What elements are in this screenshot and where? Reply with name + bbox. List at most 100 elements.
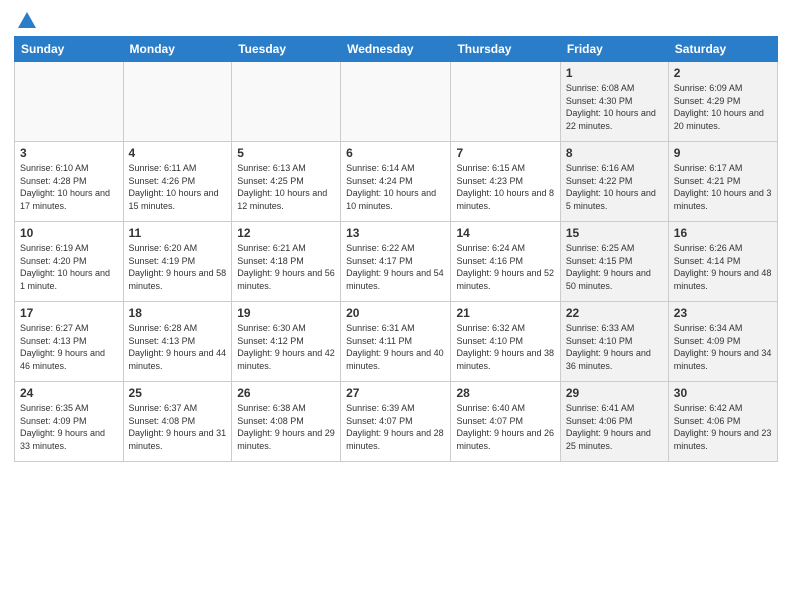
weekday-header: Thursday xyxy=(451,37,560,62)
calendar-day-cell: 11 Sunrise: 6:20 AM Sunset: 4:19 PM Dayli… xyxy=(123,222,232,302)
calendar-header-row: SundayMondayTuesdayWednesdayThursdayFrid… xyxy=(15,37,778,62)
weekday-header: Saturday xyxy=(668,37,777,62)
calendar-day-cell: 25 Sunrise: 6:37 AM Sunset: 4:08 PM Dayli… xyxy=(123,382,232,462)
day-info: Sunrise: 6:20 AM Sunset: 4:19 PM Dayligh… xyxy=(129,242,227,292)
day-number: 26 xyxy=(237,386,335,400)
day-number: 30 xyxy=(674,386,772,400)
day-number: 4 xyxy=(129,146,227,160)
day-info: Sunrise: 6:17 AM Sunset: 4:21 PM Dayligh… xyxy=(674,162,772,212)
calendar-day-cell: 3Sunrise: 6:10 AM Sunset: 4:28 PM Daylig… xyxy=(15,142,124,222)
day-info: Sunrise: 6:30 AM Sunset: 4:12 PM Dayligh… xyxy=(237,322,335,372)
day-number: 16 xyxy=(674,226,772,240)
day-number: 17 xyxy=(20,306,118,320)
calendar-day-cell: 21 Sunrise: 6:32 AM Sunset: 4:10 PM Dayli… xyxy=(451,302,560,382)
weekday-header: Friday xyxy=(560,37,668,62)
day-info: Sunrise: 6:31 AM Sunset: 4:11 PM Dayligh… xyxy=(346,322,445,372)
day-info: Sunrise: 6:40 AM Sunset: 4:07 PM Dayligh… xyxy=(456,402,554,452)
calendar-week-row: 1 Sunrise: 6:08 AM Sunset: 4:30 PM Daylig… xyxy=(15,62,778,142)
day-info: Sunrise: 6:35 AM Sunset: 4:09 PM Dayligh… xyxy=(20,402,118,452)
day-info: Sunrise: 6:21 AM Sunset: 4:18 PM Dayligh… xyxy=(237,242,335,292)
calendar-day-cell xyxy=(15,62,124,142)
day-info: Sunrise: 6:16 AM Sunset: 4:22 PM Dayligh… xyxy=(566,162,663,212)
day-info: Sunrise: 6:41 AM Sunset: 4:06 PM Dayligh… xyxy=(566,402,663,452)
calendar-day-cell: 1 Sunrise: 6:08 AM Sunset: 4:30 PM Daylig… xyxy=(560,62,668,142)
day-number: 5 xyxy=(237,146,335,160)
calendar-day-cell: 20 Sunrise: 6:31 AM Sunset: 4:11 PM Dayli… xyxy=(341,302,451,382)
day-number: 15 xyxy=(566,226,663,240)
weekday-header: Wednesday xyxy=(341,37,451,62)
calendar-day-cell: 16 Sunrise: 6:26 AM Sunset: 4:14 PM Dayli… xyxy=(668,222,777,302)
calendar-day-cell: 9 Sunrise: 6:17 AM Sunset: 4:21 PM Daylig… xyxy=(668,142,777,222)
logo-icon xyxy=(16,10,38,32)
day-info: Sunrise: 6:25 AM Sunset: 4:15 PM Dayligh… xyxy=(566,242,663,292)
day-number: 7 xyxy=(456,146,554,160)
calendar-day-cell: 28 Sunrise: 6:40 AM Sunset: 4:07 PM Dayli… xyxy=(451,382,560,462)
calendar-day-cell: 13 Sunrise: 6:22 AM Sunset: 4:17 PM Dayli… xyxy=(341,222,451,302)
calendar-week-row: 17 Sunrise: 6:27 AM Sunset: 4:13 PM Dayli… xyxy=(15,302,778,382)
logo xyxy=(14,10,38,28)
calendar-day-cell: 24 Sunrise: 6:35 AM Sunset: 4:09 PM Dayli… xyxy=(15,382,124,462)
main-container: SundayMondayTuesdayWednesdayThursdayFrid… xyxy=(0,0,792,472)
calendar-day-cell xyxy=(341,62,451,142)
day-info: Sunrise: 6:42 AM Sunset: 4:06 PM Dayligh… xyxy=(674,402,772,452)
calendar-day-cell xyxy=(451,62,560,142)
calendar-day-cell: 17 Sunrise: 6:27 AM Sunset: 4:13 PM Dayli… xyxy=(15,302,124,382)
day-info: Sunrise: 6:19 AM Sunset: 4:20 PM Dayligh… xyxy=(20,242,118,292)
calendar-day-cell: 4 Sunrise: 6:11 AM Sunset: 4:26 PM Daylig… xyxy=(123,142,232,222)
calendar-week-row: 24 Sunrise: 6:35 AM Sunset: 4:09 PM Dayli… xyxy=(15,382,778,462)
calendar-day-cell xyxy=(123,62,232,142)
day-number: 20 xyxy=(346,306,445,320)
calendar-day-cell: 22Sunrise: 6:33 AM Sunset: 4:10 PM Dayli… xyxy=(560,302,668,382)
weekday-header: Monday xyxy=(123,37,232,62)
calendar-day-cell: 5Sunrise: 6:13 AM Sunset: 4:25 PM Daylig… xyxy=(232,142,341,222)
day-info: Sunrise: 6:09 AM Sunset: 4:29 PM Dayligh… xyxy=(674,82,772,132)
day-info: Sunrise: 6:33 AM Sunset: 4:10 PM Dayligh… xyxy=(566,322,663,372)
day-info: Sunrise: 6:32 AM Sunset: 4:10 PM Dayligh… xyxy=(456,322,554,372)
day-number: 2 xyxy=(674,66,772,80)
calendar-day-cell: 7 Sunrise: 6:15 AM Sunset: 4:23 PM Daylig… xyxy=(451,142,560,222)
day-number: 21 xyxy=(456,306,554,320)
calendar-day-cell: 6 Sunrise: 6:14 AM Sunset: 4:24 PM Daylig… xyxy=(341,142,451,222)
day-number: 24 xyxy=(20,386,118,400)
day-info: Sunrise: 6:28 AM Sunset: 4:13 PM Dayligh… xyxy=(129,322,227,372)
header xyxy=(14,10,778,28)
day-info: Sunrise: 6:08 AM Sunset: 4:30 PM Dayligh… xyxy=(566,82,663,132)
day-info: Sunrise: 6:26 AM Sunset: 4:14 PM Dayligh… xyxy=(674,242,772,292)
day-number: 1 xyxy=(566,66,663,80)
day-number: 28 xyxy=(456,386,554,400)
weekday-header: Sunday xyxy=(15,37,124,62)
calendar-day-cell: 23Sunrise: 6:34 AM Sunset: 4:09 PM Dayli… xyxy=(668,302,777,382)
weekday-header: Tuesday xyxy=(232,37,341,62)
calendar-day-cell: 15 Sunrise: 6:25 AM Sunset: 4:15 PM Dayli… xyxy=(560,222,668,302)
day-info: Sunrise: 6:37 AM Sunset: 4:08 PM Dayligh… xyxy=(129,402,227,452)
calendar-day-cell: 19 Sunrise: 6:30 AM Sunset: 4:12 PM Dayli… xyxy=(232,302,341,382)
calendar-day-cell xyxy=(232,62,341,142)
calendar-day-cell: 18 Sunrise: 6:28 AM Sunset: 4:13 PM Dayli… xyxy=(123,302,232,382)
day-number: 9 xyxy=(674,146,772,160)
day-info: Sunrise: 6:38 AM Sunset: 4:08 PM Dayligh… xyxy=(237,402,335,452)
calendar-day-cell: 26 Sunrise: 6:38 AM Sunset: 4:08 PM Dayli… xyxy=(232,382,341,462)
calendar-week-row: 10Sunrise: 6:19 AM Sunset: 4:20 PM Dayli… xyxy=(15,222,778,302)
day-number: 13 xyxy=(346,226,445,240)
day-number: 11 xyxy=(129,226,227,240)
day-info: Sunrise: 6:27 AM Sunset: 4:13 PM Dayligh… xyxy=(20,322,118,372)
calendar-table: SundayMondayTuesdayWednesdayThursdayFrid… xyxy=(14,36,778,462)
calendar-day-cell: 8 Sunrise: 6:16 AM Sunset: 4:22 PM Daylig… xyxy=(560,142,668,222)
day-info: Sunrise: 6:15 AM Sunset: 4:23 PM Dayligh… xyxy=(456,162,554,212)
calendar-day-cell: 27Sunrise: 6:39 AM Sunset: 4:07 PM Dayli… xyxy=(341,382,451,462)
calendar-day-cell: 29 Sunrise: 6:41 AM Sunset: 4:06 PM Dayli… xyxy=(560,382,668,462)
day-number: 6 xyxy=(346,146,445,160)
day-number: 8 xyxy=(566,146,663,160)
day-number: 19 xyxy=(237,306,335,320)
day-info: Sunrise: 6:24 AM Sunset: 4:16 PM Dayligh… xyxy=(456,242,554,292)
day-info: Sunrise: 6:22 AM Sunset: 4:17 PM Dayligh… xyxy=(346,242,445,292)
calendar-day-cell: 2 Sunrise: 6:09 AM Sunset: 4:29 PM Daylig… xyxy=(668,62,777,142)
day-info: Sunrise: 6:14 AM Sunset: 4:24 PM Dayligh… xyxy=(346,162,445,212)
day-number: 29 xyxy=(566,386,663,400)
day-number: 12 xyxy=(237,226,335,240)
day-info: Sunrise: 6:39 AM Sunset: 4:07 PM Dayligh… xyxy=(346,402,445,452)
day-info: Sunrise: 6:11 AM Sunset: 4:26 PM Dayligh… xyxy=(129,162,227,212)
day-info: Sunrise: 6:34 AM Sunset: 4:09 PM Dayligh… xyxy=(674,322,772,372)
day-number: 25 xyxy=(129,386,227,400)
day-number: 18 xyxy=(129,306,227,320)
